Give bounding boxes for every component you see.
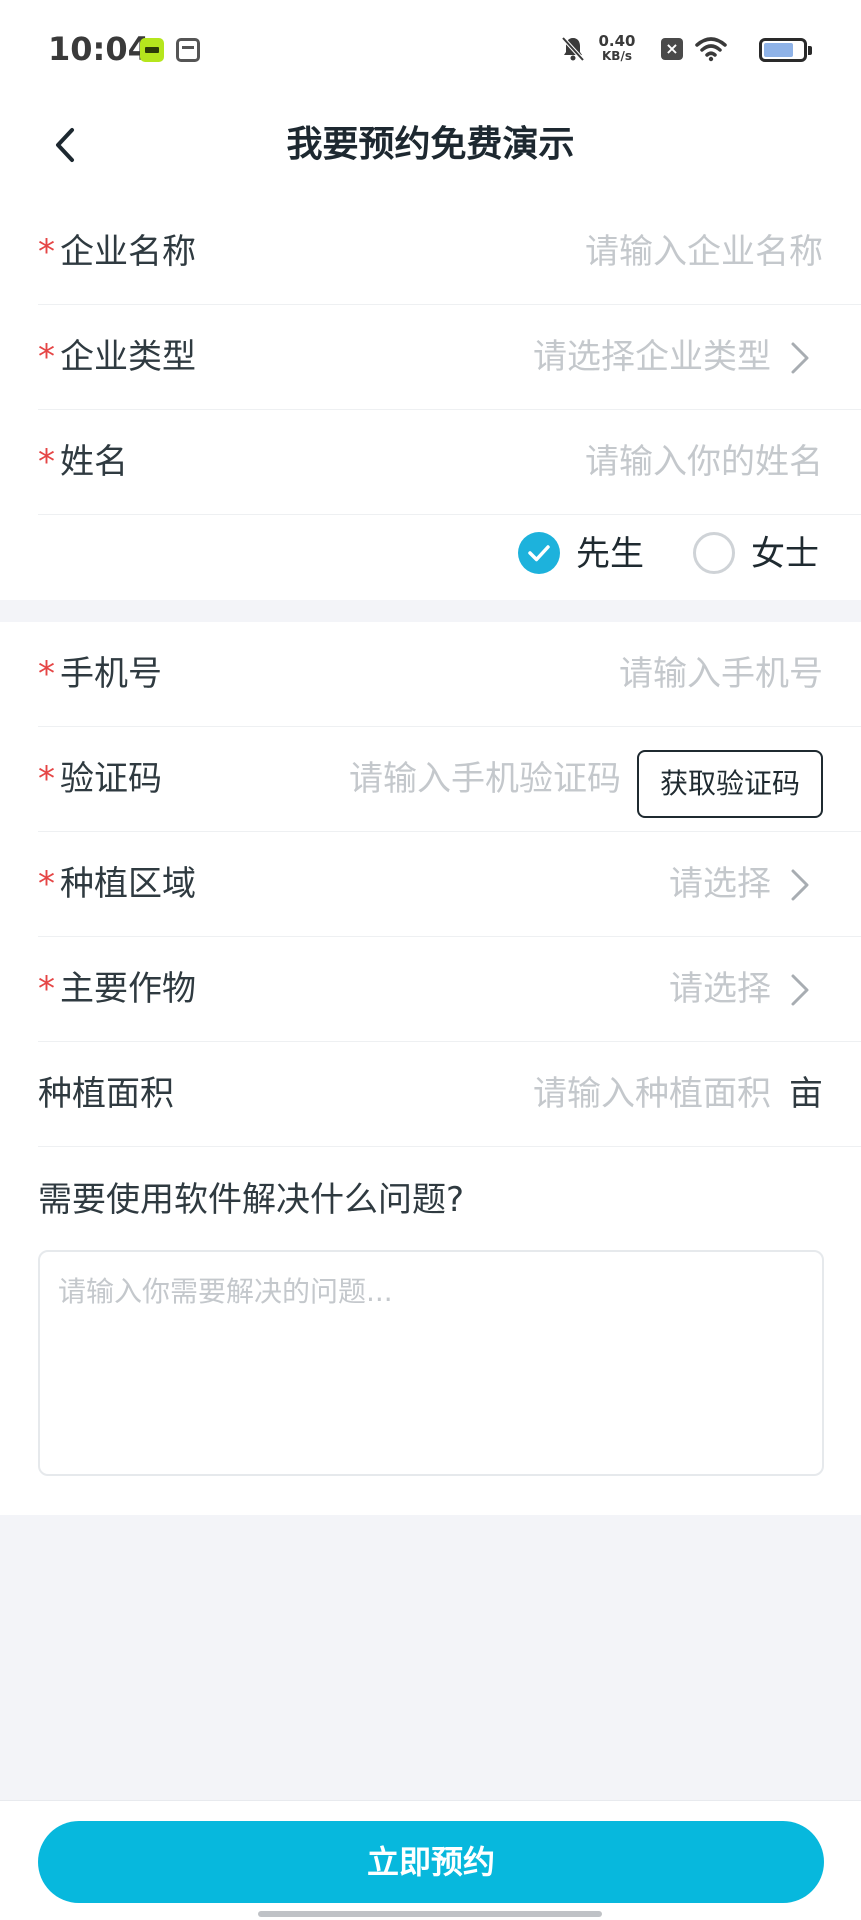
bottom-bar: 立即预约 <box>0 1800 861 1920</box>
app-notification-icon <box>140 38 164 62</box>
area-input[interactable]: 请输入种植面积 <box>533 1042 771 1147</box>
nav-bar: 我要预约免费演示 <box>0 100 861 210</box>
verification-code-input[interactable]: 请输入手机验证码 <box>349 727 621 832</box>
status-bar: 10:04 0.40 KB/s × <box>0 0 861 100</box>
name-row[interactable]: * 姓名 请输入你的姓名 <box>38 410 861 515</box>
crop-row[interactable]: * 主要作物 请选择 <box>38 937 861 1042</box>
submit-button[interactable]: 立即预约 <box>38 1821 824 1903</box>
company-name-row[interactable]: * 企业名称 请输入企业名称 <box>38 200 861 305</box>
status-time: 10:04 <box>48 30 150 68</box>
area-label: 种植面积 <box>38 1074 174 1114</box>
company-name-label: * 企业名称 <box>38 200 196 305</box>
required-mark: * <box>38 232 55 272</box>
contact-info-card: * 手机号 请输入手机号 * 验证码 请输入手机验证码 获取验证码 * 种植区域 请选… <box>0 622 861 1515</box>
chevron-right-icon <box>791 869 809 901</box>
phone-row[interactable]: * 手机号 请输入手机号 <box>38 622 861 727</box>
basic-info-card: * 企业名称 请输入企业名称 * 企业类型 请选择企业类型 * 姓名 请输入你的姓名 … <box>0 200 861 600</box>
battery-level <box>764 43 794 57</box>
required-mark: * <box>38 654 55 694</box>
company-type-row[interactable]: * 企业类型 请选择企业类型 <box>38 305 861 410</box>
verification-code-label: * 验证码 <box>38 727 162 832</box>
question-label: 需要使用软件解决什么问题? <box>38 1180 465 1220</box>
home-indicator[interactable] <box>258 1911 602 1917</box>
company-type-select[interactable]: 请选择企业类型 <box>533 305 771 410</box>
phone-input[interactable]: 请输入手机号 <box>619 622 823 727</box>
page-title: 我要预约免费演示 <box>286 124 575 165</box>
required-mark: * <box>38 969 55 1009</box>
battery-icon <box>759 38 812 62</box>
crop-label: * 主要作物 <box>38 937 196 1042</box>
required-mark: * <box>38 759 55 799</box>
region-select[interactable]: 请选择 <box>669 832 771 937</box>
wifi-icon <box>695 37 727 62</box>
required-mark: * <box>38 337 55 377</box>
get-code-button[interactable]: 获取验证码 <box>637 750 823 818</box>
bell-muted-icon <box>561 36 585 62</box>
name-label: * 姓名 <box>38 410 128 515</box>
no-sim-icon: × <box>661 38 683 60</box>
gender-option-ms[interactable]: 女士 <box>693 532 823 576</box>
verification-code-row: * 验证码 请输入手机验证码 获取验证码 <box>38 727 861 832</box>
gender-option-label: 女士 <box>751 534 819 574</box>
region-label: * 种植区域 <box>38 832 196 937</box>
required-mark: * <box>38 442 55 482</box>
network-speed: 0.40 KB/s <box>598 32 636 64</box>
name-input[interactable]: 请输入你的姓名 <box>585 410 823 515</box>
crop-select[interactable]: 请选择 <box>669 937 771 1042</box>
question-textarea[interactable]: 请输入你需要解决的问题... <box>38 1250 824 1476</box>
required-mark: * <box>38 864 55 904</box>
region-row[interactable]: * 种植区域 请选择 <box>38 832 861 937</box>
chevron-right-icon <box>791 342 809 374</box>
gender-option-mr[interactable]: 先生 <box>518 532 648 576</box>
gender-selector: 先生 女士 <box>0 510 861 600</box>
radio-unchecked-icon <box>693 532 735 574</box>
chevron-right-icon <box>791 974 809 1006</box>
company-name-input[interactable]: 请输入企业名称 <box>585 200 823 305</box>
area-row[interactable]: 种植面积 请输入种植面积 亩 <box>38 1042 861 1147</box>
area-unit: 亩 <box>789 1074 823 1114</box>
radio-checked-icon <box>518 532 560 574</box>
gender-option-label: 先生 <box>576 534 644 574</box>
phone-label: * 手机号 <box>38 622 162 727</box>
company-type-label: * 企业类型 <box>38 305 196 410</box>
inbox-icon <box>176 38 200 62</box>
